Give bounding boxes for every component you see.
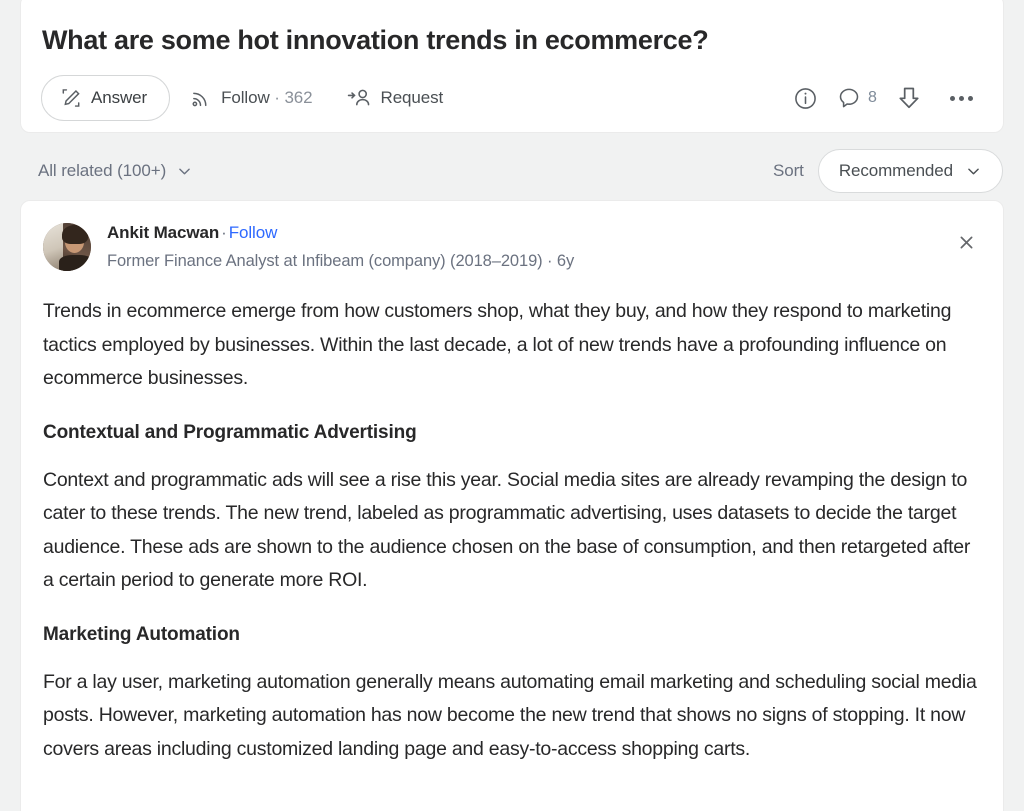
answer-section-heading: Marketing Automation xyxy=(43,623,240,645)
answer-paragraph: Context and programmatic ads will see a … xyxy=(43,468,971,592)
request-button-label: Request xyxy=(380,88,444,107)
author-separator: · xyxy=(221,223,227,242)
follow-label-text: Follow xyxy=(221,88,270,107)
secondary-actions: 8 xyxy=(785,78,983,118)
sort-dropdown-button[interactable]: Recommended xyxy=(817,149,1003,193)
sort-label: Sort xyxy=(773,161,804,180)
downvote-arrow-icon xyxy=(895,84,923,112)
author-identity-line: Ankit Macwan · Follow xyxy=(107,221,574,245)
comment-count: 8 xyxy=(868,89,877,106)
author-name[interactable]: Ankit Macwan xyxy=(107,223,219,242)
follow-author-link[interactable]: Follow xyxy=(229,223,278,242)
page-title: What are some hot innovation trends in e… xyxy=(42,25,709,55)
comments-button[interactable]: 8 xyxy=(837,78,877,118)
answer-paragraph: For a lay user, marketing automation gen… xyxy=(43,670,977,760)
answer-card: Ankit Macwan · Follow Former Finance Analy… xyxy=(20,200,1004,811)
info-button[interactable] xyxy=(785,78,825,118)
close-icon xyxy=(957,233,976,252)
chevron-down-icon xyxy=(176,163,193,180)
question-header-card: What are some hot innovation trends in e… xyxy=(20,0,1004,133)
follow-button-label: Follow · 362 xyxy=(221,88,313,108)
answer-section-heading: Contextual and Programmatic Advertising xyxy=(43,421,417,443)
more-options-button[interactable] xyxy=(941,78,981,118)
answer-author-row: Ankit Macwan · Follow Former Finance Analy… xyxy=(43,219,981,277)
follow-question-button[interactable]: Follow · 362 xyxy=(176,76,326,120)
avatar[interactable] xyxy=(43,223,91,271)
comment-bubble-icon xyxy=(837,86,861,110)
all-related-label: All related (100+) xyxy=(38,161,167,180)
request-answers-button[interactable]: Request xyxy=(333,76,458,120)
all-related-filter-button[interactable]: All related (100+) xyxy=(20,155,211,187)
chevron-down-icon xyxy=(965,163,982,180)
close-button[interactable] xyxy=(949,225,983,259)
answer-button-label: Answer xyxy=(91,88,148,107)
answer-body: Trends in ecommerce emerge from how cust… xyxy=(43,295,981,766)
pencil-edit-icon xyxy=(60,87,82,109)
answer-paragraph: Trends in ecommerce emerge from how cust… xyxy=(43,300,952,389)
primary-actions: Answer Follow · 362 Request xyxy=(41,75,457,121)
downvote-button[interactable] xyxy=(889,78,929,118)
author-credential: Former Finance Analyst at Infibeam (comp… xyxy=(107,252,575,270)
answer-button[interactable]: Answer xyxy=(41,75,171,121)
follow-count: 362 xyxy=(284,88,313,107)
rss-signal-icon xyxy=(190,88,211,109)
info-circle-icon xyxy=(793,86,818,111)
quora-question-page: What are some hot innovation trends in e… xyxy=(0,0,1024,811)
person-add-icon xyxy=(347,87,371,109)
follow-separator: · xyxy=(274,88,280,107)
author-meta: Ankit Macwan · Follow Former Finance Analy… xyxy=(107,219,574,273)
sort-control: Sort Recommended xyxy=(773,149,1004,193)
sort-value: Recommended xyxy=(838,161,953,180)
answers-filter-bar: All related (100+) Sort Recommended xyxy=(20,148,1004,194)
question-action-bar: Answer Follow · 362 Request 8 xyxy=(41,75,983,121)
more-horizontal-icon xyxy=(944,95,979,101)
